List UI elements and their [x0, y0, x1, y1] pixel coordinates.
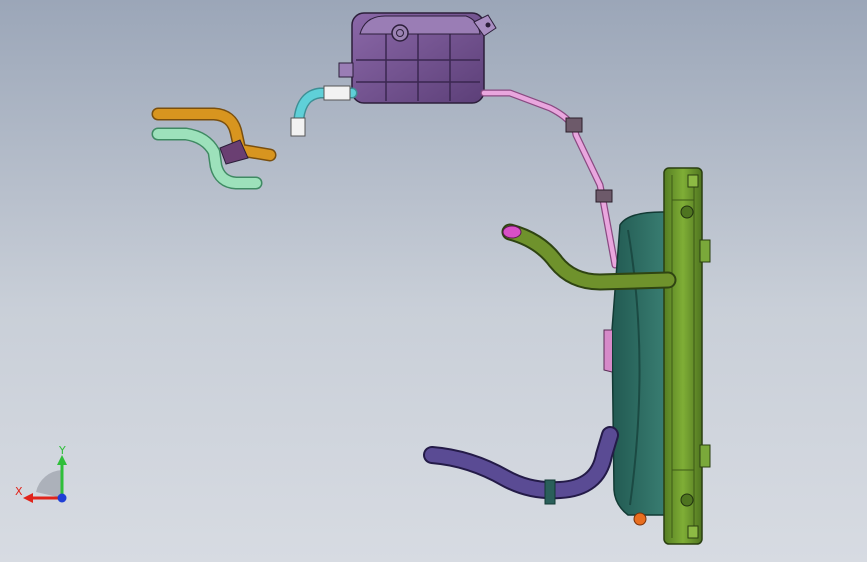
radiator-mount[interactable] [699, 239, 711, 263]
tank-vent-hose[interactable] [480, 89, 619, 269]
lower-hose-clamp[interactable] [544, 479, 556, 505]
cad-viewport[interactable]: Y X [0, 0, 867, 562]
z-axis-dot [57, 493, 67, 503]
radiator[interactable] [663, 167, 711, 545]
lower-radiator-hose[interactable] [423, 426, 619, 505]
vent-hose-clip[interactable] [565, 117, 583, 133]
vent-hose-clip[interactable] [595, 189, 613, 203]
tank-outlet-hose[interactable] [290, 85, 358, 137]
tank-side-tab[interactable] [338, 62, 354, 78]
x-axis-label: X [15, 485, 23, 498]
radiator-mount[interactable] [699, 444, 711, 468]
expansion-tank[interactable] [338, 12, 497, 104]
fan-connector[interactable] [603, 329, 613, 373]
cad-scene[interactable]: Y X [0, 0, 867, 562]
drain-valve[interactable] [633, 512, 647, 526]
coordinate-triad: Y X [15, 444, 67, 503]
y-axis-label: Y [58, 444, 66, 457]
upper-hose-clamp[interactable] [502, 225, 522, 239]
tank-cap[interactable] [391, 24, 409, 42]
